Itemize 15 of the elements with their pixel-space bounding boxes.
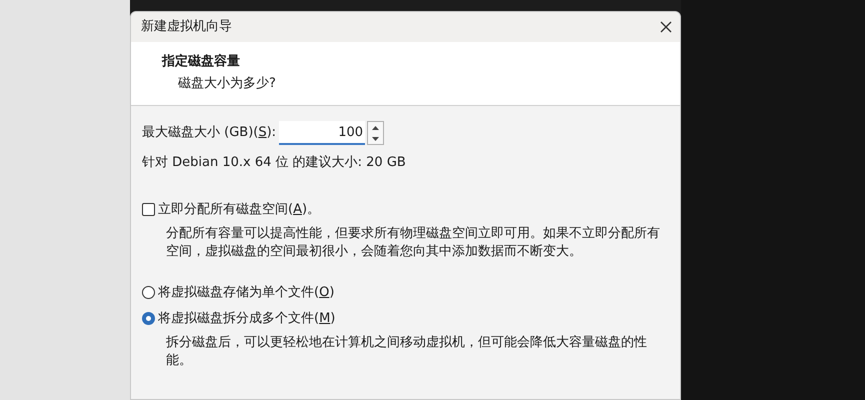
storage-radio-option[interactable]: 将虚拟磁盘拆分成多个文件(M)	[142, 308, 680, 328]
disk-size-label: 最大磁盘大小 (GB)(S):	[142, 124, 276, 142]
down-arrow-icon[interactable]	[372, 136, 380, 140]
spinner-control[interactable]	[367, 121, 384, 145]
window-title: 新建虚拟机向导	[141, 18, 232, 36]
allocate-description: 分配所有容量可以提高性能，但要求所有物理磁盘空间立即可用。如果不立即分配所有空间，虚拟磁盘的空间最初很小，会随着您向其中添加数据而不断变大。	[165, 225, 661, 261]
recommended-size-text: 针对 Debian 10.x 64 位 的建议大小: 20 GB	[142, 154, 407, 172]
allocate-checkbox[interactable]: 立即分配所有磁盘空间(A)。	[142, 200, 680, 219]
page-subtitle: 磁盘大小为多少?	[177, 74, 277, 92]
up-arrow-icon[interactable]	[372, 126, 380, 130]
close-icon[interactable]	[660, 21, 672, 33]
storage-radio-option[interactable]: 将虚拟磁盘存储为单个文件(O)	[142, 283, 680, 302]
split-description: 拆分磁盘后，可以更轻松地在计算机之间移动虚拟机，但可能会降低大容量磁盘的性能。	[165, 334, 648, 370]
page-heading: 指定磁盘容量	[162, 52, 241, 71]
disk-size-field[interactable]: 100	[279, 121, 366, 145]
